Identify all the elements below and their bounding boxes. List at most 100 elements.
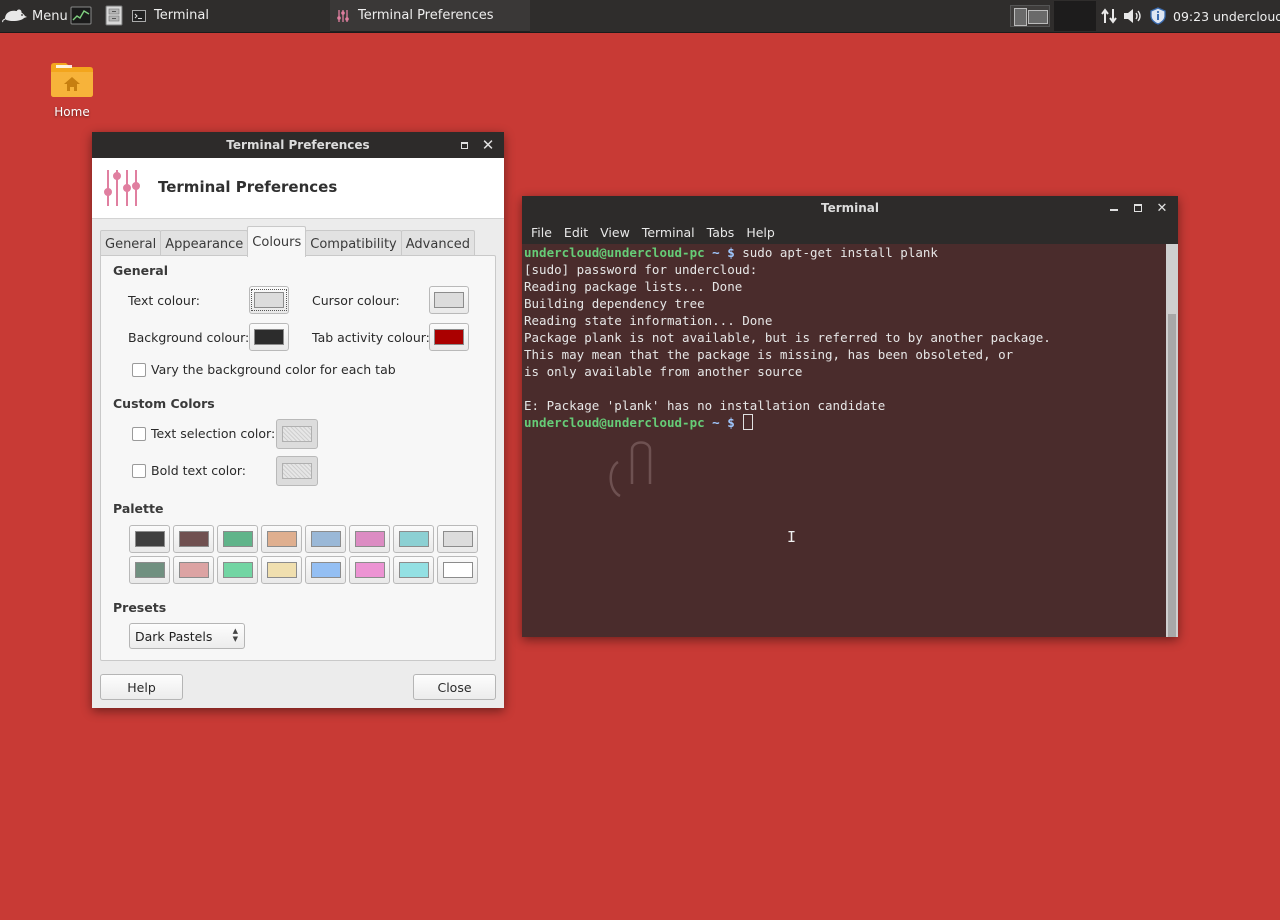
background-logo-icon [606,432,658,501]
tab-appearance[interactable]: Appearance [160,230,249,257]
text-colour-button[interactable] [249,286,289,314]
network-icon[interactable] [1100,0,1118,32]
tab-general[interactable]: General [100,230,162,257]
file-manager-launcher[interactable] [103,5,125,26]
palette-colour-button[interactable] [393,525,434,553]
palette-colour-button[interactable] [261,556,302,584]
maximize-button[interactable] [1130,200,1146,216]
file-cabinet-icon [103,5,125,29]
bold-text-label[interactable]: Bold text color: [151,463,246,478]
terminal-scrollbar[interactable] [1166,244,1178,637]
prompt-user: undercloud@undercloud-pc [524,245,705,260]
background-colour-button[interactable] [249,323,289,351]
palette-swatch [134,562,165,578]
text-selection-colour-button[interactable] [276,419,318,449]
tab-label: Appearance [165,236,244,252]
close-button[interactable]: Close [413,674,496,700]
palette-swatch [354,562,385,578]
user-name[interactable]: undercloud [1213,0,1280,32]
palette-colour-button[interactable] [349,525,390,553]
text-selection-checkbox[interactable] [132,427,146,441]
close-window-button[interactable]: ✕ [480,136,496,154]
menu-edit[interactable]: Edit [564,225,588,240]
palette-colour-button[interactable] [305,556,346,584]
palette-colour-button[interactable] [305,525,346,553]
palette-colour-button[interactable] [437,525,478,553]
close-window-button[interactable]: ✕ [1154,200,1170,216]
palette-colour-button[interactable] [261,525,302,553]
home-folder-icon [50,63,94,101]
terminal-icon [132,9,146,23]
palette-colour-button[interactable] [173,525,214,553]
custom-colors-section-heading: Custom Colors [113,396,215,411]
task-manager-launcher[interactable] [70,5,92,26]
menu-label: Menu [32,8,68,24]
palette-colour-button[interactable] [393,556,434,584]
palette-swatch [222,531,253,547]
palette-colour-button[interactable] [349,556,390,584]
desktop-icon-home[interactable]: Home [44,60,100,119]
text-selection-label[interactable]: Text selection color: [151,426,275,441]
desktop-icon-label: Home [54,105,90,119]
close-icon: ✕ [481,136,495,154]
menu-file[interactable]: File [531,225,552,240]
tab-colours[interactable]: Colours [247,226,307,257]
menu-help[interactable]: Help [746,225,775,240]
bold-text-swatch [282,463,312,479]
palette-colour-button[interactable] [129,556,170,584]
tab-advanced[interactable]: Advanced [400,230,475,257]
security-shield-icon[interactable] [1149,0,1167,32]
vary-background-checkbox[interactable] [132,363,146,377]
volume-icon[interactable] [1123,0,1143,32]
help-button[interactable]: Help [100,674,183,700]
workspace-1[interactable] [1010,5,1050,27]
scrollbar-thumb[interactable] [1168,314,1176,637]
palette-colour-button[interactable] [173,556,214,584]
palette-colour-button[interactable] [217,525,258,553]
taskbar-item-label: Terminal Preferences [358,8,494,23]
tab-label: General [105,236,157,252]
prefs-tab-bar: General Appearance Colours Compatibility… [100,226,475,257]
clock[interactable]: 09:23 [1173,0,1209,32]
terminal-output-area[interactable]: undercloud@undercloud-pc ~ $ sudo apt-ge… [522,244,1166,637]
taskbar-item-terminal-preferences[interactable]: Terminal Preferences [330,0,530,32]
prefs-header-title: Terminal Preferences [158,178,338,196]
palette-colour-button[interactable] [437,556,478,584]
cursor-colour-button[interactable] [429,286,469,314]
maximize-icon [1134,204,1142,212]
combo-arrows-icon: ▲ ▼ [232,627,238,643]
prefs-titlebar[interactable]: Terminal Preferences ✕ [92,132,504,158]
maximize-button[interactable] [456,137,472,153]
palette-swatch [398,562,429,578]
command-text: sudo apt-get install plank [734,245,938,260]
palette-swatch [222,562,253,578]
close-button-label: Close [437,679,472,695]
workspace-switcher[interactable] [1010,0,1096,32]
menu-view[interactable]: View [600,225,630,240]
palette-colour-button[interactable] [217,556,258,584]
tab-compatibility[interactable]: Compatibility [305,230,402,257]
menu-terminal[interactable]: Terminal [642,225,695,240]
menu-tabs[interactable]: Tabs [707,225,735,240]
bold-text-checkbox[interactable] [132,464,146,478]
tab-activity-colour-button[interactable] [429,323,469,351]
workspace-2[interactable] [1054,1,1096,31]
palette-swatch [178,531,209,547]
taskbar-item-label: Terminal [154,8,209,23]
presets-combobox[interactable]: Dark Pastels ▲ ▼ [129,623,245,649]
whisker-menu-button[interactable]: Menu [2,0,68,32]
terminal-titlebar[interactable]: Terminal ✕ [522,196,1178,220]
bold-text-colour-button[interactable] [276,456,318,486]
vary-background-label[interactable]: Vary the background color for each tab [151,362,396,377]
cursor-colour-label: Cursor colour: [312,293,400,308]
prefs-window-title: Terminal Preferences [226,138,370,152]
palette-swatch [310,531,341,547]
terminal-output-line: [sudo] password for undercloud: [524,262,758,277]
terminal-output-line: Reading package lists... Done [524,279,743,294]
terminal-window-title: Terminal [820,201,880,215]
cursor-colour-swatch [434,292,464,308]
minimize-button[interactable] [1106,200,1122,216]
palette-colour-button[interactable] [129,525,170,553]
taskbar-item-terminal[interactable]: Terminal [126,0,326,31]
terminal-command-line: undercloud@undercloud-pc ~ $ sudo apt-ge… [524,244,938,261]
